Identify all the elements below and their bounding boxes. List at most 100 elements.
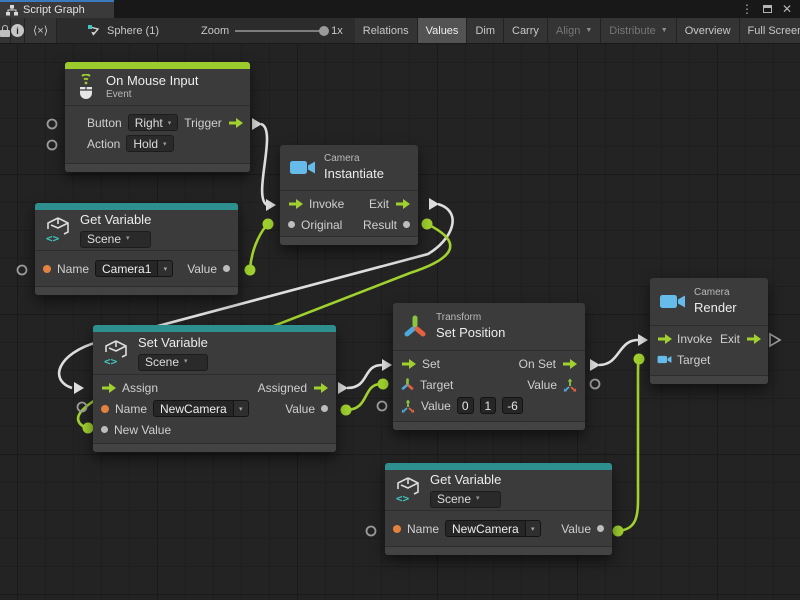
variable-color-bar [385, 463, 612, 470]
port-transform-value-out[interactable] [591, 380, 600, 389]
value-port-dot[interactable] [321, 405, 328, 412]
flow-port-assigned-out[interactable] [338, 382, 348, 394]
value-port-original-in[interactable] [263, 219, 274, 230]
field-caret-icon[interactable]: ▾ [526, 520, 541, 537]
value-port-newcamera-out[interactable] [613, 526, 624, 537]
port-setvar-name-in[interactable] [78, 403, 87, 412]
wire-onset-to-invoke [599, 340, 638, 365]
value-port-result-out[interactable] [422, 219, 433, 230]
target-port-label: Target [677, 353, 710, 367]
node-transform-set-position[interactable]: Transform Set Position Set On Set Targe [393, 303, 585, 430]
variable-color-bar [35, 203, 238, 210]
value-port-transform-target-in[interactable] [378, 379, 389, 390]
maximize-icon[interactable] [763, 5, 772, 13]
result-port-dot[interactable] [403, 221, 410, 228]
flow-port-render-invoke-in[interactable] [638, 334, 648, 346]
flow-arrow-icon [401, 359, 416, 369]
node-title: Instantiate [324, 166, 384, 182]
name-port-dot[interactable] [43, 265, 51, 273]
zoom-slider-handle[interactable] [319, 26, 329, 36]
port-mouse-action-in[interactable] [48, 141, 57, 150]
vector3-port-icon [563, 378, 577, 392]
distribute-caret-icon: ▼ [661, 27, 668, 34]
flow-port-set-in[interactable] [382, 359, 392, 371]
flow-port-onset-out[interactable] [590, 359, 600, 371]
dim-button[interactable]: Dim [467, 18, 504, 43]
vector-z-input[interactable]: -6 [502, 397, 523, 414]
value-port-dot[interactable] [597, 525, 604, 532]
node-footer [280, 236, 418, 245]
port-getvar1-name-in[interactable] [18, 266, 27, 275]
tab-script-graph[interactable]: Script Graph [0, 0, 114, 18]
lock-button[interactable] [0, 18, 11, 43]
fullscreen-button[interactable]: Full Screen [740, 18, 800, 43]
node-set-variable[interactable]: <> Set Variable Scene▾ Assign Assigned [93, 325, 336, 452]
newvalue-port-dot[interactable] [101, 426, 108, 433]
value-port-newvalue-in[interactable] [83, 423, 94, 434]
relations-button[interactable]: Relations [355, 18, 418, 43]
zoom-label: Zoom [201, 25, 229, 37]
kebab-menu-icon[interactable]: ⋮ [741, 2, 753, 16]
mouse-action-dropdown[interactable]: Hold▾ [126, 135, 173, 152]
node-get-variable-newcamera[interactable]: <> Get Variable Scene▾ Name NewCamera▾ V… [385, 463, 612, 555]
flow-port-assign-in[interactable] [74, 382, 84, 394]
port-transform-value-in[interactable] [378, 402, 387, 411]
onset-port-label: On Set [519, 357, 556, 371]
align-button[interactable]: Align▼ [548, 18, 601, 43]
original-port-dot[interactable] [288, 221, 295, 228]
flow-arrow-icon [746, 334, 761, 344]
overview-button[interactable]: Overview [677, 18, 740, 43]
node-footer [93, 443, 336, 452]
invoke-port-label: Invoke [677, 332, 712, 346]
info-icon: i [11, 24, 24, 37]
value-port-render-target-in[interactable] [634, 354, 645, 365]
node-on-mouse-input[interactable]: On Mouse Input Event Button Right▾ Trigg… [65, 62, 250, 172]
carry-button[interactable]: Carry [504, 18, 548, 43]
node-get-variable-camera1[interactable]: <> Get Variable Scene▾ Name Camera1▾ Val… [35, 203, 238, 295]
flow-port-trigger-out[interactable] [252, 118, 262, 130]
distribute-button[interactable]: Distribute▼ [601, 18, 676, 43]
graph-canvas[interactable]: On Mouse Input Event Button Right▾ Trigg… [0, 44, 800, 600]
close-icon[interactable]: ✕ [782, 2, 792, 16]
node-footer [65, 163, 250, 172]
wire-value-to-target [346, 384, 381, 410]
flow-arrow-icon [562, 359, 577, 369]
code-preview-button[interactable]: ⟨×⟩ [25, 18, 57, 43]
flow-port-exit-out[interactable] [429, 198, 439, 210]
field-caret-icon[interactable]: ▾ [158, 260, 173, 277]
node-title: On Mouse Input [106, 73, 199, 89]
variable-name-field[interactable]: Camera1▾ [95, 260, 173, 277]
variable-name-field[interactable]: NewCamera▾ [445, 520, 541, 537]
info-button[interactable]: i [11, 18, 25, 43]
event-color-bar [65, 62, 250, 69]
field-caret-icon[interactable]: ▾ [234, 400, 249, 417]
value-port-setvar-value-out[interactable] [341, 405, 352, 416]
wire-camera1-to-original [250, 226, 266, 270]
value-port-camera1-out[interactable] [245, 265, 256, 276]
trigger-port-label: Trigger [184, 116, 222, 130]
zoom-slider[interactable] [235, 30, 325, 32]
variable-scope-dropdown[interactable]: Scene▾ [138, 354, 208, 371]
name-port-dot[interactable] [393, 525, 401, 533]
flow-port-render-exit-out[interactable] [770, 334, 780, 346]
variable-scope-dropdown[interactable]: Scene▾ [80, 231, 151, 248]
vector-x-input[interactable]: 0 [457, 397, 474, 414]
node-camera-instantiate[interactable]: Camera Instantiate Invoke Exit Original … [280, 145, 418, 245]
value-port-dot[interactable] [223, 265, 230, 272]
invoke-port-label: Invoke [309, 197, 344, 211]
variable-scope-dropdown[interactable]: Scene▾ [430, 491, 501, 508]
port-getvar2-name-in[interactable] [367, 527, 376, 536]
port-mouse-button-in[interactable] [48, 120, 57, 129]
name-port-dot[interactable] [101, 405, 109, 413]
node-camera-render[interactable]: Camera Render Invoke Exit Target [650, 278, 768, 384]
flow-port-invoke-in[interactable] [266, 199, 276, 211]
camera-port-icon [657, 354, 672, 365]
graph-name: Sphere (1) [107, 25, 159, 37]
flow-arrow-icon [288, 199, 303, 209]
variable-name-field[interactable]: NewCamera▾ [153, 400, 249, 417]
graph-breadcrumb[interactable]: Sphere (1) [79, 18, 167, 43]
vector-y-input[interactable]: 1 [480, 397, 497, 414]
values-button[interactable]: Values [418, 18, 468, 43]
mouse-button-dropdown[interactable]: Right▾ [128, 114, 179, 131]
node-title: Set Variable [138, 335, 208, 351]
